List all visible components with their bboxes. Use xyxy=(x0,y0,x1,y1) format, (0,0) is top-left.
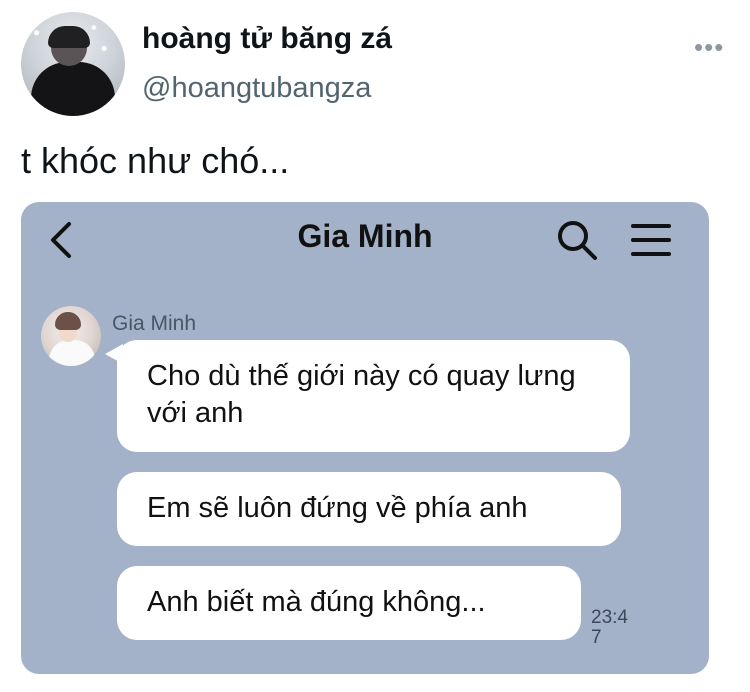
message-timestamp: 23:47 xyxy=(591,607,628,648)
menu-icon[interactable] xyxy=(629,220,673,260)
message-bubble[interactable]: Em sẽ luôn đứng về phía anh xyxy=(117,472,621,546)
tweet-text: t khóc như chó... xyxy=(21,140,290,181)
search-icon[interactable] xyxy=(555,218,599,262)
display-name[interactable]: hoàng tử băng zá xyxy=(142,22,392,56)
user-handle[interactable]: @hoangtubangza xyxy=(142,72,371,105)
message-bubble[interactable]: Anh biết mà đúng không... xyxy=(117,566,581,640)
contact-avatar-hair xyxy=(55,312,81,330)
sender-name: Gia Minh xyxy=(112,312,197,335)
contact-avatar[interactable] xyxy=(41,306,101,366)
chat-screenshot: Gia Minh Gia Minh Cho dù thế giới này có… xyxy=(21,202,709,674)
avatar-body xyxy=(31,62,115,116)
tweet-avatar[interactable] xyxy=(21,12,125,116)
chat-title: Gia Minh xyxy=(297,218,433,254)
contact-avatar-shirt xyxy=(49,340,95,366)
more-options-icon[interactable]: ••• xyxy=(694,32,724,63)
avatar-beanie xyxy=(48,26,90,48)
message-bubble[interactable]: Cho dù thế giới này có quay lưng với anh xyxy=(117,340,630,452)
